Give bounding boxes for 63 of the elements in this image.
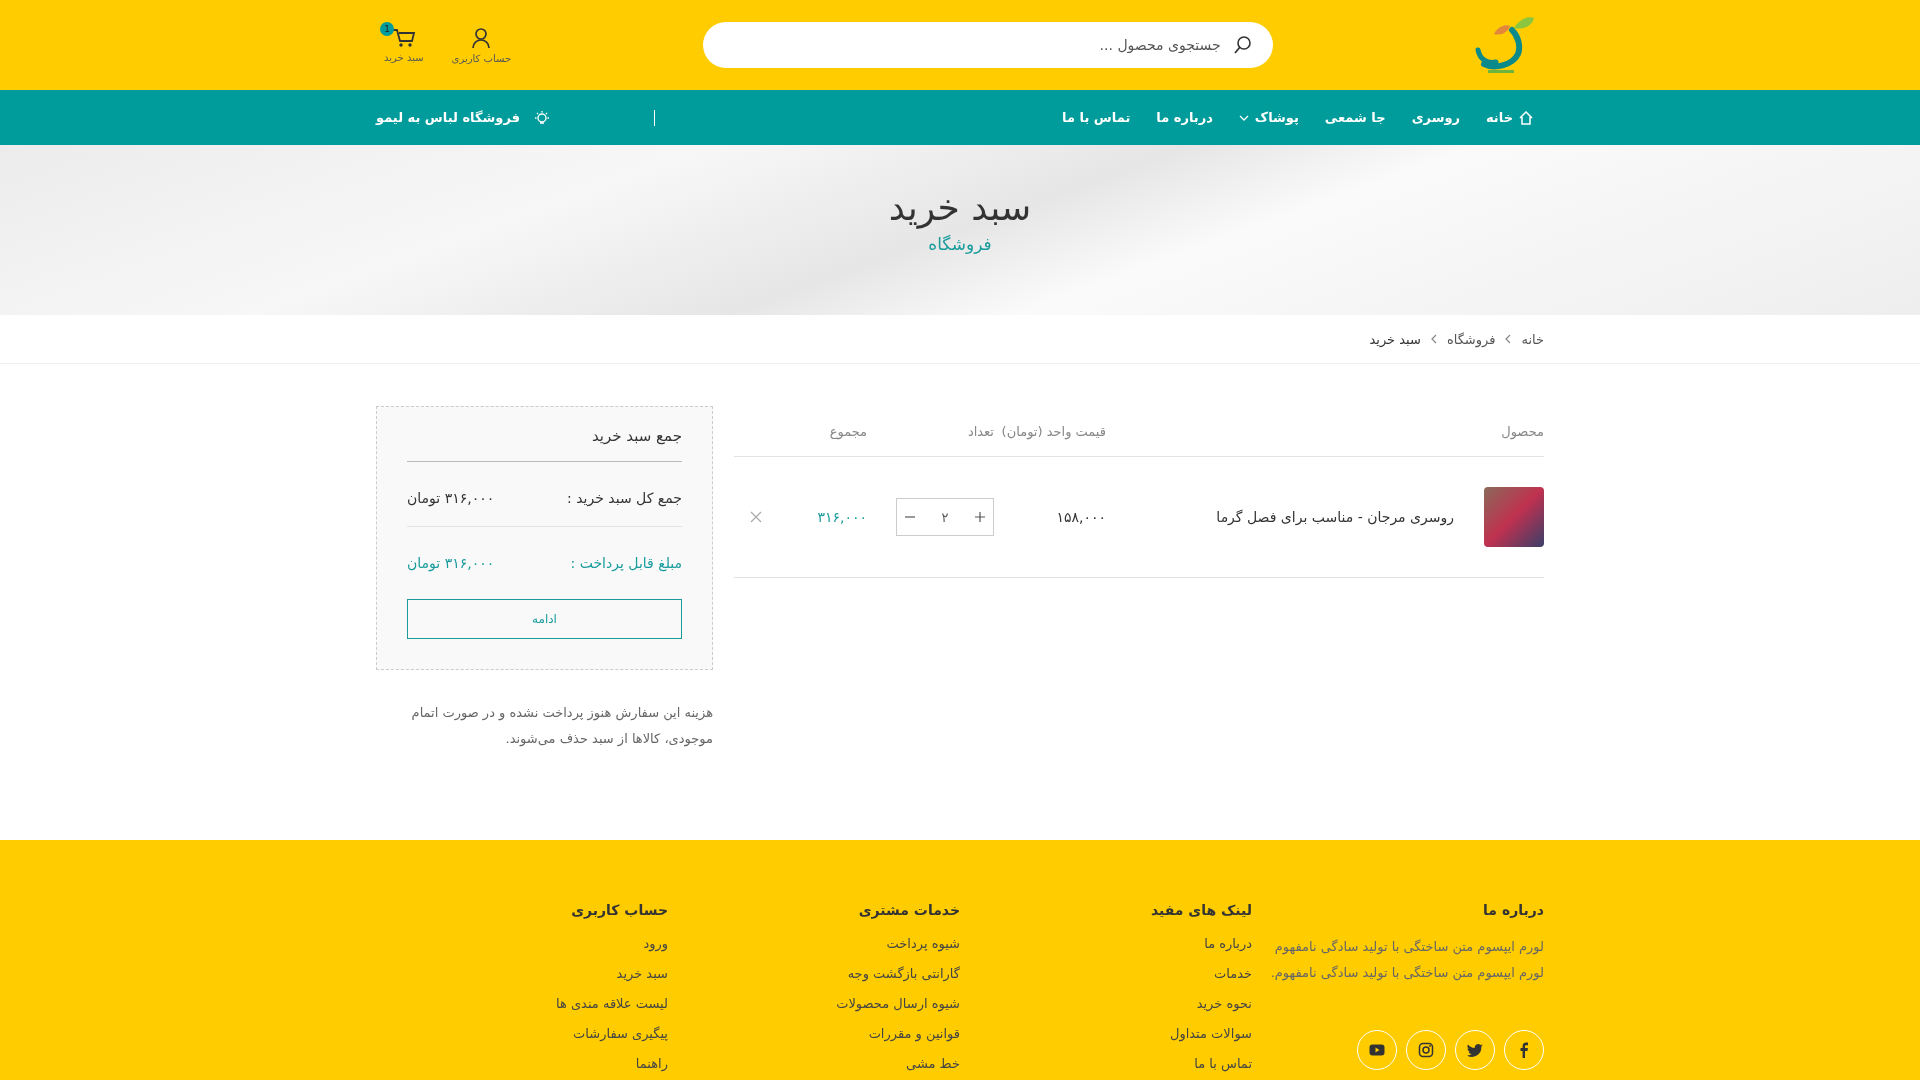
nav-link[interactable]: درباره ما xyxy=(1145,104,1224,131)
footer-link[interactable]: درباره ما xyxy=(1204,934,1252,954)
footer-link[interactable]: پیگیری سفارشات xyxy=(573,1024,668,1044)
breadcrumb-link[interactable]: فروشگاه xyxy=(1446,331,1496,347)
footer-link[interactable]: لیست علاقه مندی ها xyxy=(555,994,668,1014)
photo-placeholder xyxy=(1484,487,1544,547)
footer-link[interactable]: ورود xyxy=(643,934,668,954)
payable-label: مبلغ قابل پرداخت : xyxy=(570,555,682,571)
plus-icon[interactable] xyxy=(975,512,985,522)
footer-heading: حساب کاربری xyxy=(571,902,668,918)
footer-link[interactable]: خدمات xyxy=(1213,964,1252,984)
quantity-stepper[interactable]: ۲ xyxy=(896,498,994,536)
footer-link[interactable]: شیوه ارسال محصولات xyxy=(836,994,960,1014)
column-header: تعداد xyxy=(966,423,994,439)
home-icon xyxy=(1519,110,1533,125)
footer-link[interactable]: خط مشی xyxy=(906,1054,960,1074)
payable-value: ۳۱۶,۰۰۰ تومان xyxy=(407,555,495,571)
lightbulb-icon xyxy=(534,109,550,126)
footer-link[interactable]: راهنما xyxy=(635,1054,668,1074)
nav-link[interactable]: جا شمعی xyxy=(1313,104,1397,131)
unit-price: ۱۵۸,۰۰۰ xyxy=(1056,509,1106,525)
footer-link[interactable]: سوالات متداول xyxy=(1169,1024,1252,1044)
chevron-down-icon xyxy=(1238,114,1249,121)
promo-text: فروشگاه لباس به لیمو xyxy=(376,110,520,125)
page-title: سبد خرید xyxy=(888,187,1032,228)
nav-link[interactable]: خانه xyxy=(1475,104,1544,131)
cart-link[interactable]: سبد خرید xyxy=(384,51,424,63)
footer-link[interactable]: سبد خرید xyxy=(616,964,668,984)
chevron-left-icon xyxy=(1505,334,1512,344)
column-header: قیمت واحد (تومان) xyxy=(1000,423,1106,439)
footer-link[interactable]: گارانتی بازگشت وجه xyxy=(847,964,960,984)
cart-icon xyxy=(391,27,416,48)
footer-heading: درباره ما xyxy=(1483,902,1544,918)
subtotal-value: ۳۱۶,۰۰۰ تومان xyxy=(407,490,495,506)
breadcrumb-current: سبد خرید xyxy=(1369,331,1421,347)
instagram-icon xyxy=(1418,1042,1434,1058)
column-header: مجموع xyxy=(828,423,867,439)
product-name-link[interactable]: روسری مرجان - مناسب برای فصل گرما xyxy=(1216,509,1454,525)
footer-link[interactable]: شیوه پرداخت xyxy=(886,934,960,954)
footer-link[interactable]: قوانین و مقررات xyxy=(868,1024,960,1044)
subtotal-label: جمع کل سبد خرید : xyxy=(567,490,682,506)
footer-link[interactable]: تماس با ما xyxy=(1194,1054,1252,1074)
footer-heading: خدمات مشتری xyxy=(858,902,960,918)
nav-link[interactable]: روسری xyxy=(1400,104,1471,131)
page-subtitle: فروشگاه xyxy=(928,234,992,254)
footer-heading: لینک های مفید xyxy=(1150,902,1252,918)
user-icon xyxy=(471,26,492,49)
breadcrumb-link[interactable]: خانه xyxy=(1521,331,1544,347)
search-icon xyxy=(1232,35,1253,55)
totals-title: جمع سبد خرید xyxy=(407,427,682,462)
about-text: لورم ایپسوم متن ساختگی با تولید سادگی نامفهوم لورم ایپسوم متن ساختگی با تولید سادگی نامفهوم. xyxy=(1269,938,1544,983)
chevron-left-icon xyxy=(1430,334,1437,344)
line-total: ۳۱۶,۰۰۰ xyxy=(817,509,867,525)
nav-link[interactable]: تماس با ما xyxy=(1051,104,1142,131)
nav-link[interactable]: پوشاک xyxy=(1227,104,1310,131)
cart-note: هزینه این سفارش هنوز پرداخت نشده و در صورت اتمام موجودی، کالاها از سبد حذف می‌شوند. xyxy=(410,704,713,749)
search-field[interactable]: جستجوی محصول ... xyxy=(702,22,1273,68)
youtube-icon xyxy=(1369,1042,1385,1058)
bird-icon xyxy=(1467,1042,1483,1058)
cart-count-badge: 1 xyxy=(380,21,394,36)
column-header: محصول xyxy=(1500,423,1544,439)
account-link[interactable]: حساب کاربری xyxy=(451,52,512,64)
footer-link[interactable]: نحوه خرید xyxy=(1196,994,1252,1014)
